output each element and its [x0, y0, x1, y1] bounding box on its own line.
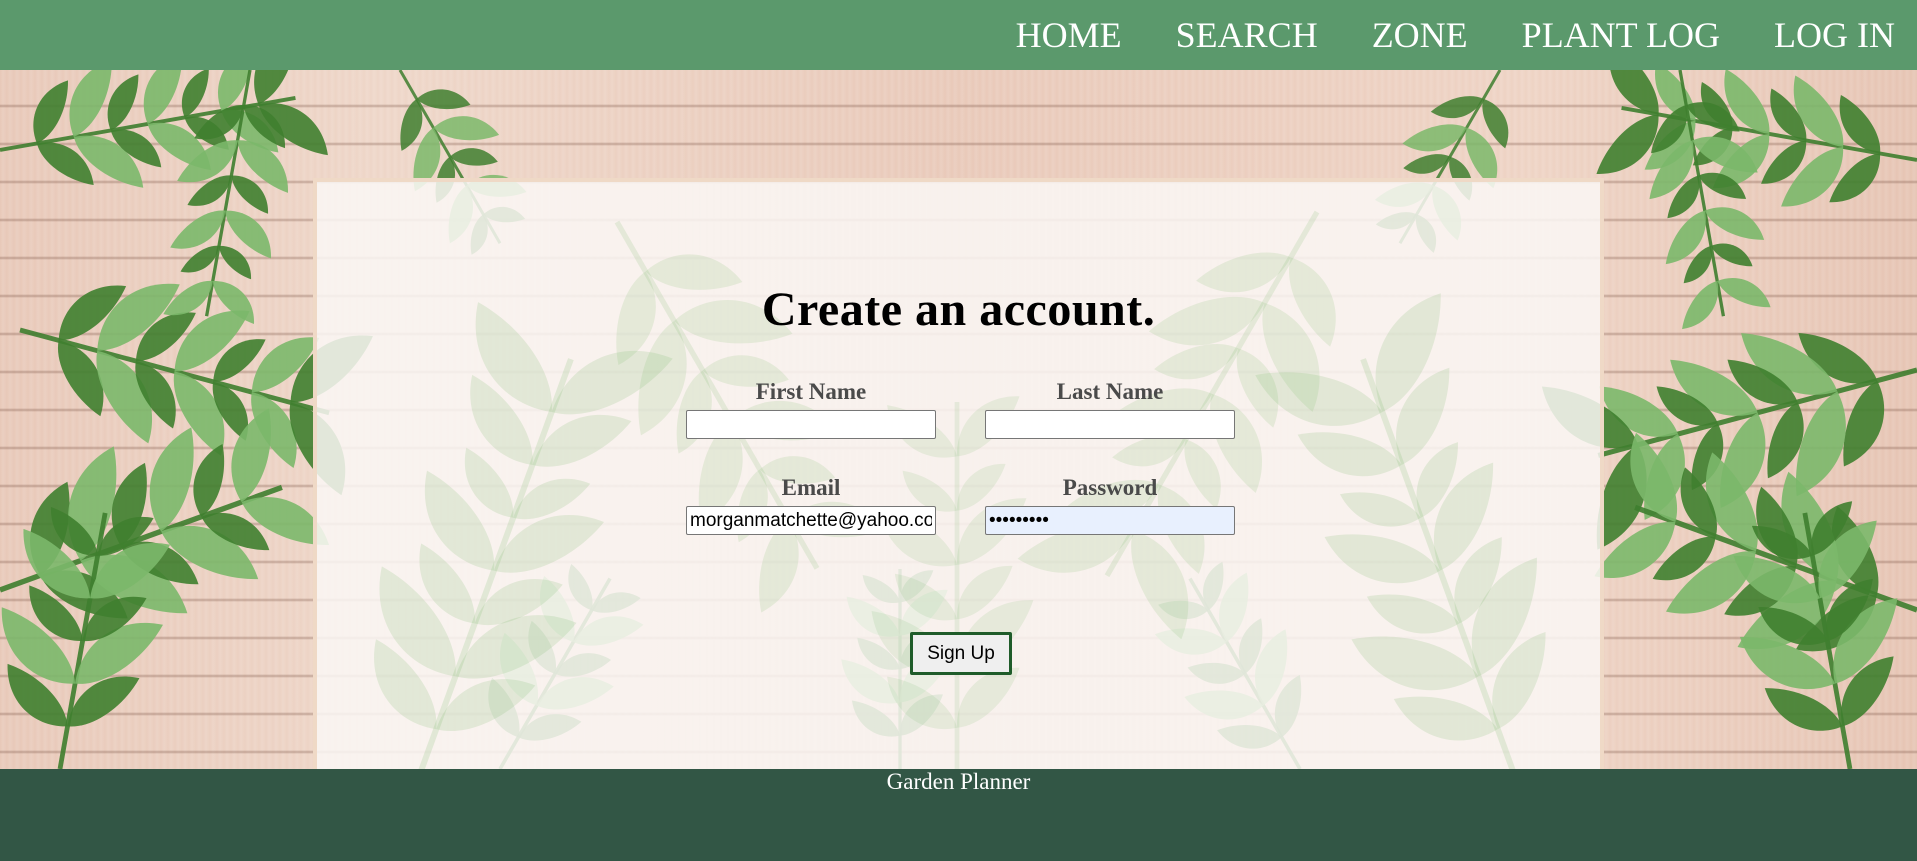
password-field: Password — [985, 475, 1235, 535]
nav-home-link[interactable]: HOME — [1016, 14, 1122, 56]
card-leaf-watermark-icon — [357, 210, 1562, 769]
first-name-label: First Name — [755, 379, 867, 404]
last-name-label: Last Name — [1056, 379, 1164, 404]
nav-zone-link[interactable]: ZONE — [1372, 14, 1468, 56]
footer-title: Garden Planner — [886, 769, 1031, 794]
sign-up-button[interactable]: Sign Up — [910, 632, 1012, 675]
page-title: Create an account. — [761, 283, 1156, 336]
nav-plant-log-link[interactable]: PLANT LOG — [1522, 14, 1720, 56]
signup-card: Create an account. First Name Last Name … — [313, 178, 1604, 769]
first-name-field: First Name — [686, 379, 936, 439]
password-input[interactable] — [985, 506, 1235, 535]
footer: Garden Planner — [0, 769, 1917, 861]
email-field: Email — [686, 475, 936, 535]
nav-log-in-link[interactable]: LOG IN — [1774, 14, 1895, 56]
nav-search-link[interactable]: SEARCH — [1176, 14, 1318, 56]
last-name-field: Last Name — [985, 379, 1235, 439]
top-navbar: HOME SEARCH ZONE PLANT LOG LOG IN — [0, 0, 1917, 70]
email-input[interactable] — [686, 506, 936, 535]
last-name-input[interactable] — [985, 410, 1235, 439]
email-label: Email — [781, 475, 841, 500]
first-name-input[interactable] — [686, 410, 936, 439]
password-label: Password — [1062, 475, 1158, 500]
background-panel: Create an account. First Name Last Name … — [0, 70, 1917, 769]
